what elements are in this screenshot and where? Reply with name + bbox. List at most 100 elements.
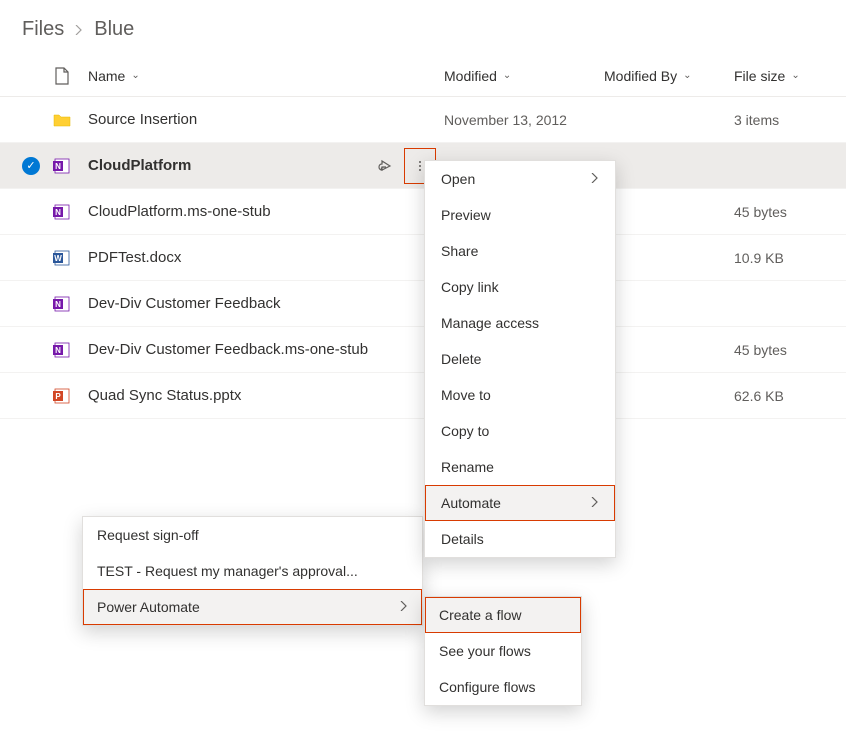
row-size-label: 3 items <box>734 112 779 128</box>
row-name-label: Dev-Div Customer Feedback <box>88 295 281 312</box>
context-menu: Open Preview Share Copy link Manage acce… <box>424 160 616 558</box>
row-name[interactable]: Source Insertion <box>88 111 444 128</box>
row-name-label: PDFTest.docx <box>88 249 181 266</box>
row-size-label: 10.9 KB <box>734 250 784 266</box>
table-row[interactable]: N CloudPlatform.ms-one-stub 45 bytes <box>0 189 846 235</box>
submenu-test-request-label: TEST - Request my manager's approval... <box>97 563 358 579</box>
col-modifiedby-label: Modified By <box>604 68 677 84</box>
submenu-power-automate[interactable]: Power Automate <box>83 589 422 625</box>
menu-details-label: Details <box>441 531 484 547</box>
row-select[interactable]: ✓ <box>22 157 52 175</box>
pa-configure-flows[interactable]: Configure flows <box>425 669 581 705</box>
submenu-power-automate-label: Power Automate <box>97 599 200 615</box>
menu-delete[interactable]: Delete <box>425 341 615 377</box>
row-name[interactable]: CloudPlatform <box>88 148 444 184</box>
chevron-down-icon: ⌄ <box>791 70 799 81</box>
col-modifiedby-header[interactable]: Modified By ⌄ <box>604 68 734 84</box>
row-name-label: Dev-Div Customer Feedback.ms-one-stub <box>88 341 368 358</box>
pa-see-flows-label: See your flows <box>439 643 531 659</box>
share-icon[interactable] <box>370 151 400 181</box>
row-name-label: Source Insertion <box>88 111 197 128</box>
col-filesize-header[interactable]: File size ⌄ <box>734 68 824 84</box>
file-table: Name ⌄ Modified ⌄ Modified By ⌄ File siz… <box>0 55 846 419</box>
menu-copylink[interactable]: Copy link <box>425 269 615 305</box>
chevron-right-icon <box>591 496 599 510</box>
breadcrumb-root[interactable]: Files <box>22 18 64 41</box>
svg-text:N: N <box>55 208 61 217</box>
menu-moveto[interactable]: Move to <box>425 377 615 413</box>
chevron-down-icon: ⌄ <box>131 70 139 81</box>
col-modified-header[interactable]: Modified ⌄ <box>444 68 604 84</box>
menu-copyto[interactable]: Copy to <box>425 413 615 449</box>
menu-share[interactable]: Share <box>425 233 615 269</box>
svg-text:W: W <box>54 254 62 263</box>
table-row[interactable]: P Quad Sync Status.pptx 62.6 KB <box>0 373 846 419</box>
svg-text:P: P <box>55 392 61 401</box>
menu-automate[interactable]: Automate <box>425 485 615 521</box>
menu-preview-label: Preview <box>441 207 491 223</box>
menu-preview[interactable]: Preview <box>425 197 615 233</box>
table-row[interactable]: N Dev-Div Customer Feedback <box>0 281 846 327</box>
row-size: 3 items <box>734 112 824 128</box>
row-name[interactable]: Dev-Div Customer Feedback <box>88 295 444 312</box>
row-name-label: Quad Sync Status.pptx <box>88 387 241 404</box>
row-size: 45 bytes <box>734 342 824 358</box>
menu-open[interactable]: Open <box>425 161 615 197</box>
col-filesize-label: File size <box>734 68 785 84</box>
table-row[interactable]: W PDFTest.docx 10.9 KB <box>0 235 846 281</box>
chevron-down-icon: ⌄ <box>503 70 511 81</box>
menu-delete-label: Delete <box>441 351 481 367</box>
col-name-label: Name <box>88 68 125 84</box>
row-name[interactable]: CloudPlatform.ms-one-stub <box>88 203 444 220</box>
menu-manageaccess[interactable]: Manage access <box>425 305 615 341</box>
onenote-icon: N <box>52 340 88 360</box>
breadcrumb: Files Blue <box>0 0 846 55</box>
submenu-request-signoff-label: Request sign-off <box>97 527 199 543</box>
menu-copyto-label: Copy to <box>441 423 489 439</box>
power-automate-submenu: Create a flow See your flows Configure f… <box>424 596 582 706</box>
menu-rename-label: Rename <box>441 459 494 475</box>
word-icon: W <box>52 248 88 268</box>
row-modified: November 13, 2012 <box>444 112 604 128</box>
row-size-label: 62.6 KB <box>734 388 784 404</box>
automate-submenu: Request sign-off TEST - Request my manag… <box>82 516 423 626</box>
row-name[interactable]: Dev-Div Customer Feedback.ms-one-stub <box>88 341 444 358</box>
menu-manageaccess-label: Manage access <box>441 315 539 331</box>
powerpoint-icon: P <box>52 386 88 406</box>
table-header: Name ⌄ Modified ⌄ Modified By ⌄ File siz… <box>0 55 846 97</box>
menu-copylink-label: Copy link <box>441 279 499 295</box>
table-row[interactable]: N Dev-Div Customer Feedback.ms-one-stub 45… <box>0 327 846 373</box>
menu-open-label: Open <box>441 171 475 187</box>
row-name-label: CloudPlatform.ms-one-stub <box>88 203 271 220</box>
menu-details[interactable]: Details <box>425 521 615 557</box>
row-size: 45 bytes <box>734 204 824 220</box>
pa-configure-flows-label: Configure flows <box>439 679 536 695</box>
svg-text:N: N <box>55 300 61 309</box>
checkmark-icon: ✓ <box>22 157 40 175</box>
menu-rename[interactable]: Rename <box>425 449 615 485</box>
col-type-icon[interactable] <box>52 66 88 86</box>
col-modified-label: Modified <box>444 68 497 84</box>
menu-automate-label: Automate <box>441 495 501 511</box>
col-name-header[interactable]: Name ⌄ <box>88 68 444 84</box>
table-row[interactable]: Source Insertion November 13, 2012 3 items <box>0 97 846 143</box>
breadcrumb-current[interactable]: Blue <box>94 18 134 41</box>
chevron-right-icon <box>74 18 84 41</box>
row-size-label: 45 bytes <box>734 204 787 220</box>
chevron-right-icon <box>591 172 599 186</box>
submenu-request-signoff[interactable]: Request sign-off <box>83 517 422 553</box>
table-row[interactable]: ✓NCloudPlatform <box>0 143 846 189</box>
onenote-icon: N <box>52 202 88 222</box>
row-size: 10.9 KB <box>734 250 824 266</box>
pa-create-flow[interactable]: Create a flow <box>425 597 581 633</box>
row-name[interactable]: PDFTest.docx <box>88 249 444 266</box>
row-size-label: 45 bytes <box>734 342 787 358</box>
chevron-right-icon <box>400 600 408 614</box>
row-size: 62.6 KB <box>734 388 824 404</box>
svg-text:N: N <box>55 346 61 355</box>
row-name-label: CloudPlatform <box>88 157 191 174</box>
row-name[interactable]: Quad Sync Status.pptx <box>88 387 444 404</box>
chevron-down-icon: ⌄ <box>683 70 691 81</box>
pa-see-flows[interactable]: See your flows <box>425 633 581 669</box>
submenu-test-request[interactable]: TEST - Request my manager's approval... <box>83 553 422 589</box>
